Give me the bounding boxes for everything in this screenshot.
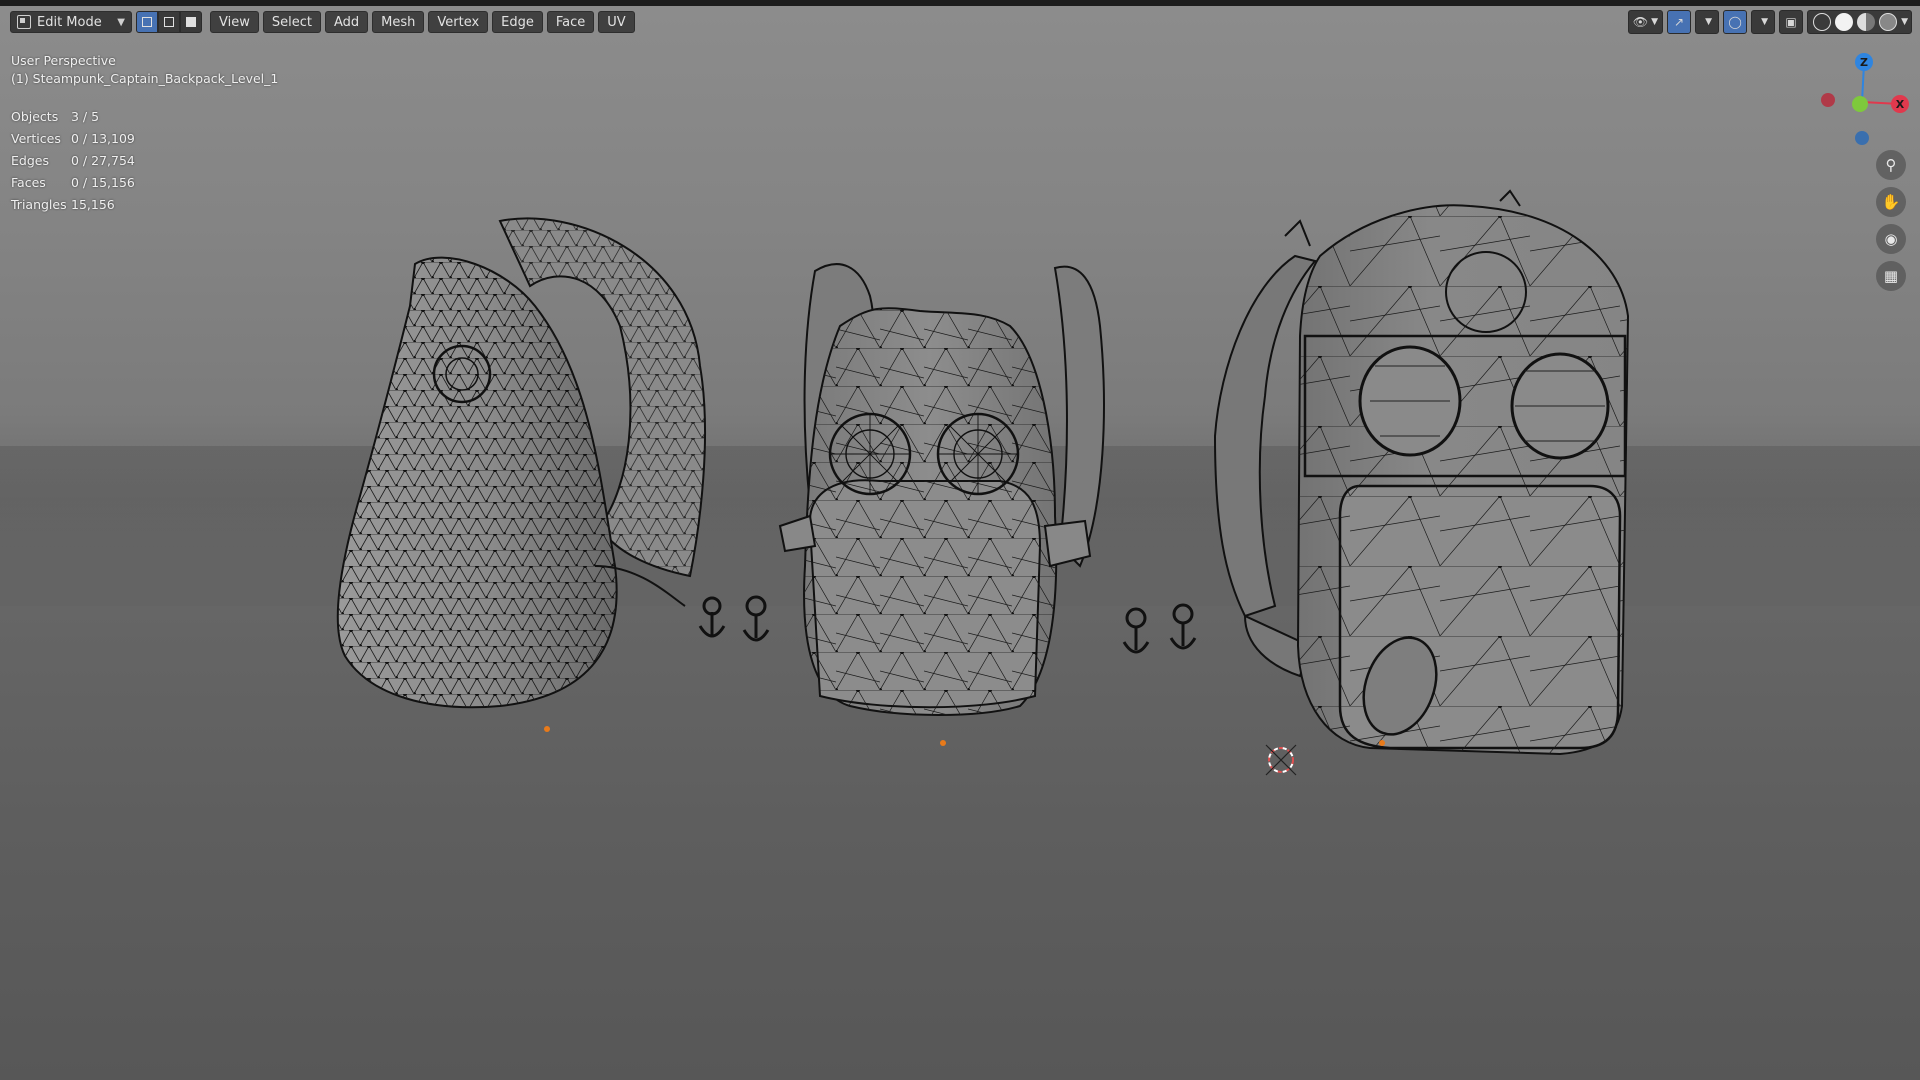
- 3d-cursor-icon[interactable]: [1265, 744, 1297, 776]
- menu-vertex[interactable]: Vertex: [428, 11, 489, 33]
- header-right-tools: 👁 ▼ ↗ ▼ ◯ ▼ ▣ ▼: [1624, 10, 1912, 34]
- material-shading-icon[interactable]: [1857, 13, 1876, 31]
- stat-value: 0 / 15,156: [71, 175, 135, 190]
- hand-icon: ✋: [1881, 193, 1901, 211]
- chevron-down-icon: ▼: [1761, 17, 1769, 27]
- mode-label: Edit Mode: [37, 14, 102, 30]
- camera-view-button[interactable]: ◉: [1876, 224, 1906, 254]
- stat-label: Faces: [11, 175, 46, 190]
- rendered-shading-icon[interactable]: [1879, 13, 1898, 31]
- chevron-down-icon: ▼: [1705, 17, 1713, 27]
- stat-row: Triangles 15,156: [11, 194, 135, 216]
- chevron-down-icon: ▼: [1651, 17, 1659, 27]
- shading-group: ▼: [1807, 10, 1912, 34]
- neg-z-axis-handle[interactable]: [1855, 131, 1869, 145]
- menu-edge[interactable]: Edge: [492, 11, 543, 33]
- menu-mesh[interactable]: Mesh: [372, 11, 425, 33]
- overlay-toggle[interactable]: ◯: [1723, 10, 1748, 34]
- neg-x-axis-handle[interactable]: [1821, 93, 1835, 107]
- stat-row: Edges 0 / 27,754: [11, 150, 135, 172]
- mode-dropdown[interactable]: Edit Mode ▼: [10, 11, 132, 33]
- face-select-button[interactable]: [180, 11, 202, 33]
- wireframe-shading-icon[interactable]: [1813, 13, 1832, 31]
- backpack-mesh-3[interactable]: [1169, 189, 1630, 756]
- menu-select[interactable]: Select: [262, 11, 321, 33]
- ortho-toggle-button[interactable]: ▦: [1876, 261, 1906, 291]
- perspective-label: User Perspective: [11, 53, 116, 68]
- stat-value: 0 / 13,109: [71, 131, 135, 146]
- stat-label: Objects: [11, 109, 59, 124]
- vertex-select-button[interactable]: [136, 11, 158, 33]
- gizmo-icon: ↗: [1674, 15, 1685, 29]
- select-mode-group: [136, 11, 202, 33]
- stat-row: Vertices 0 / 13,109: [11, 128, 135, 150]
- zoom-icon: ⚲: [1885, 156, 1897, 174]
- face-select-icon: [186, 17, 196, 27]
- backpack-mesh-1[interactable]: [336, 217, 726, 732]
- stat-label: Triangles: [11, 197, 67, 212]
- chevron-down-icon[interactable]: ▼: [1901, 17, 1908, 27]
- visibility-dropdown[interactable]: 👁 ▼: [1627, 10, 1664, 34]
- pan-view-button[interactable]: ✋: [1876, 187, 1906, 217]
- overlay-dropdown[interactable]: ▼: [1751, 10, 1776, 34]
- edge-select-icon: [164, 17, 174, 27]
- edit-mode-icon: [17, 15, 31, 29]
- eye-icon: 👁: [1632, 15, 1649, 29]
- menu-face[interactable]: Face: [546, 11, 595, 33]
- overlay-icon: ◯: [1728, 15, 1742, 29]
- zoom-view-button[interactable]: ⚲: [1876, 150, 1906, 180]
- stat-row: Faces 0 / 15,156: [11, 172, 135, 194]
- menu-uv[interactable]: UV: [598, 11, 635, 33]
- z-axis-label: Z: [1860, 56, 1868, 69]
- gizmo-toggle[interactable]: ↗: [1667, 10, 1692, 34]
- stat-value: 0 / 27,754: [71, 153, 135, 168]
- backpack-mesh-2[interactable]: [742, 263, 1150, 746]
- y-axis-handle[interactable]: [1852, 96, 1868, 112]
- viewport-header: Edit Mode ▼ View Select Add Mesh Vertex …: [0, 6, 1920, 38]
- solid-shading-icon[interactable]: [1835, 13, 1854, 31]
- 3d-viewport[interactable]: [0, 6, 1920, 1080]
- stats-overlay: Objects 3 / 5 Vertices 0 / 13,109 Edges 0 /…: [11, 106, 135, 216]
- menu-view[interactable]: View: [210, 11, 259, 33]
- navigation-gizmo[interactable]: Z X: [1800, 50, 1910, 150]
- menu-add[interactable]: Add: [324, 11, 369, 33]
- xray-icon: ▣: [1785, 15, 1797, 29]
- stat-label: Edges: [11, 153, 49, 168]
- stat-row: Objects 3 / 5: [11, 106, 135, 128]
- edge-select-button[interactable]: [158, 11, 180, 33]
- stat-label: Vertices: [11, 131, 61, 146]
- gizmo-dropdown[interactable]: ▼: [1695, 10, 1720, 34]
- camera-icon: ◉: [1884, 230, 1898, 248]
- xray-toggle[interactable]: ▣: [1779, 10, 1804, 34]
- mesh-scene[interactable]: [0, 6, 1920, 1080]
- stat-value: 15,156: [71, 197, 115, 212]
- active-object-label: (1) Steampunk_Captain_Backpack_Level_1: [11, 71, 279, 86]
- grid-icon: ▦: [1883, 267, 1899, 285]
- stat-value: 3 / 5: [71, 109, 100, 124]
- vertex-select-icon: [142, 17, 152, 27]
- x-axis-label: X: [1896, 98, 1905, 111]
- chevron-down-icon: ▼: [117, 16, 125, 28]
- viewport-info: User Perspective (1) Steampunk_Captain_B…: [11, 52, 278, 88]
